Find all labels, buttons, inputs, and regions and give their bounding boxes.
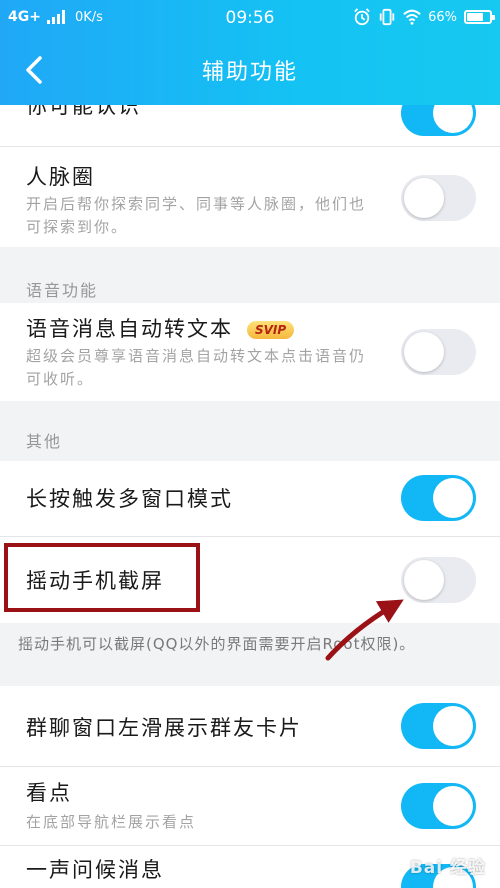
watermark: Bai 经验 (409, 858, 486, 878)
arrow-annotation (325, 599, 404, 661)
